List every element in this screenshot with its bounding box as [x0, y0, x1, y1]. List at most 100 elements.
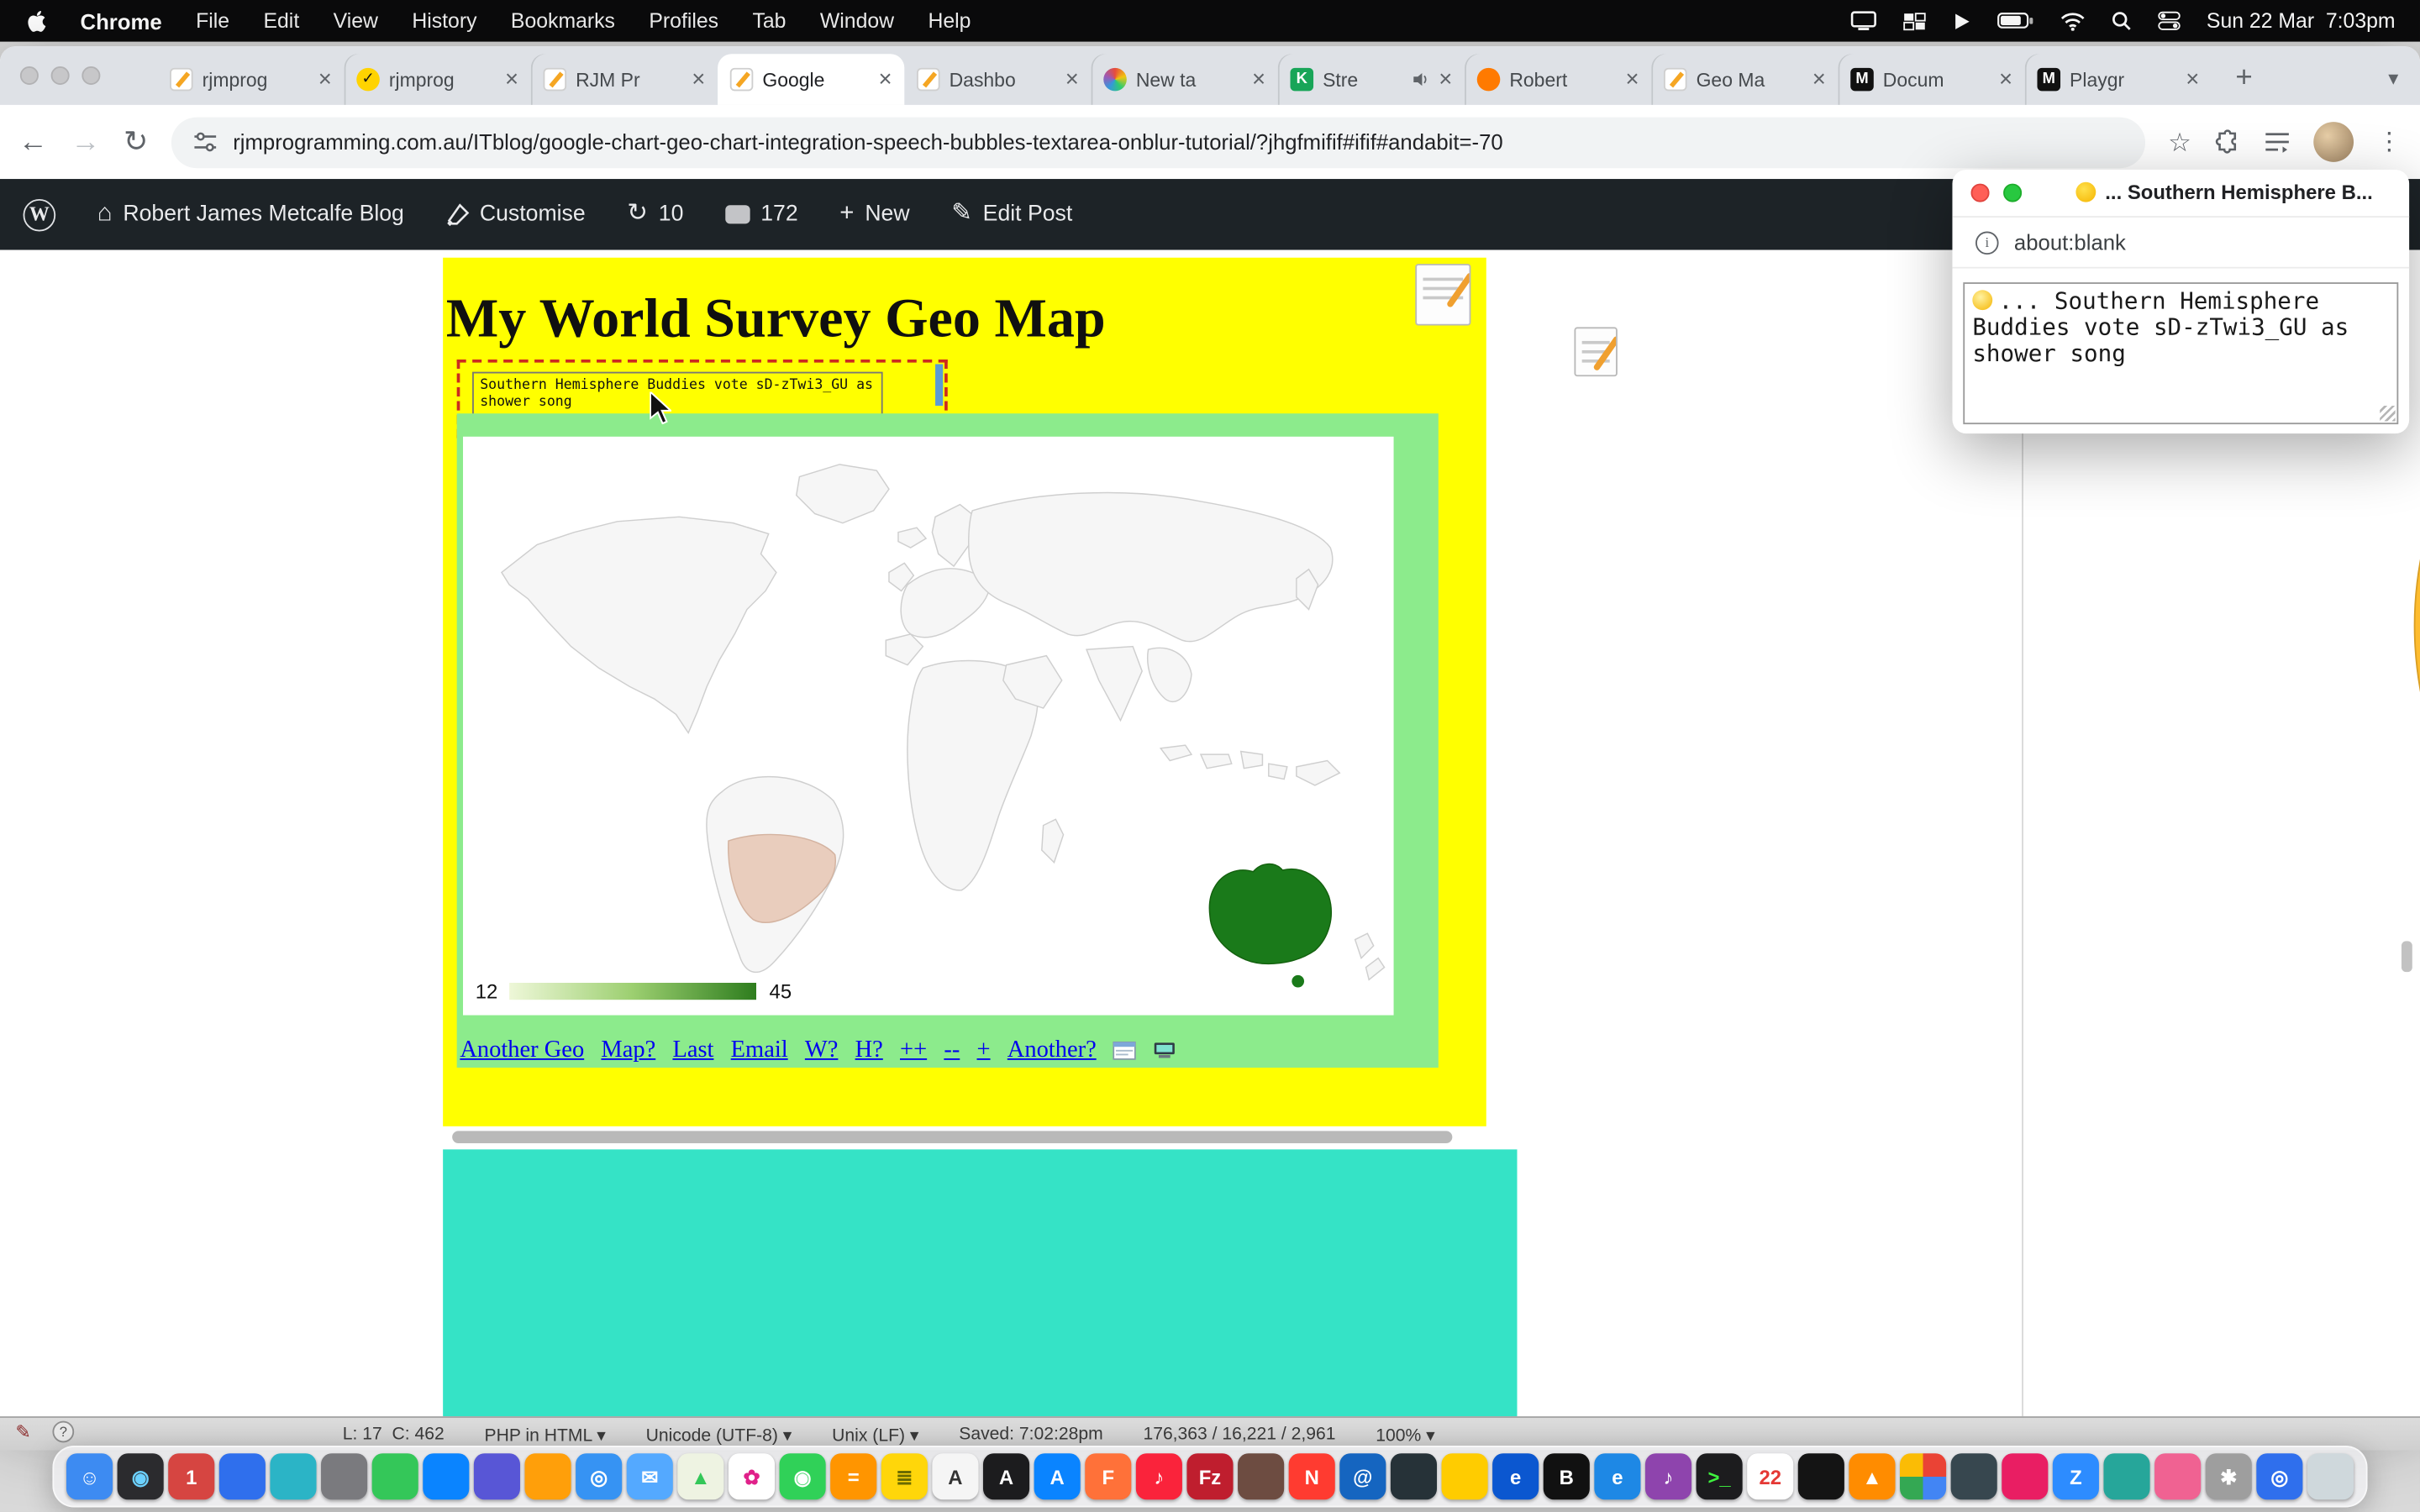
dock-app-icon[interactable]: ☺: [66, 1453, 113, 1499]
statusbar-item[interactable]: Saved: 7:02:28pm: [959, 1425, 1102, 1443]
zoom-window-button[interactable]: [82, 66, 100, 85]
dock-app-icon[interactable]: [2002, 1453, 2048, 1499]
dock-app-icon[interactable]: ◉: [118, 1453, 164, 1499]
reload-button[interactable]: ↻: [124, 128, 148, 157]
menu-item[interactable]: Tab: [752, 9, 786, 33]
browser-tab[interactable]: Robert ×: [1465, 54, 1651, 105]
statusbar-item[interactable]: L: 17 C: 462: [343, 1425, 445, 1443]
status-help-icon[interactable]: ?: [53, 1421, 75, 1443]
profile-avatar[interactable]: [2313, 122, 2354, 162]
dock-app-icon[interactable]: ≣: [881, 1453, 928, 1499]
site-settings-icon[interactable]: [192, 131, 217, 153]
menu-item[interactable]: File: [196, 9, 229, 33]
wordpress-logo-icon[interactable]: W: [24, 198, 56, 231]
wifi-icon[interactable]: [2060, 12, 2084, 30]
url-text[interactable]: rjmprogramming.com.au/ITblog/google-char…: [233, 129, 1502, 154]
control-center-icon[interactable]: [2157, 11, 2181, 31]
tab-search-panel-icon[interactable]: [2264, 131, 2290, 153]
dock-app-icon[interactable]: Z: [2053, 1453, 2099, 1499]
dock-app-icon[interactable]: [270, 1453, 316, 1499]
search-icon[interactable]: [2111, 11, 2131, 31]
forward-button[interactable]: →: [71, 128, 100, 157]
tab-close-icon[interactable]: ×: [692, 68, 705, 92]
dock-app-icon[interactable]: ◉: [780, 1453, 826, 1499]
info-icon[interactable]: i: [1975, 231, 1999, 255]
popup-url[interactable]: about:blank: [2014, 230, 2126, 255]
tab-audio-icon[interactable]: [1413, 71, 1429, 87]
geo-map-svg[interactable]: [463, 437, 1394, 1016]
map-region-tasmania[interactable]: [1292, 975, 1304, 988]
tab-close-icon[interactable]: ×: [1999, 68, 2012, 92]
menubar-clock[interactable]: Sun 22 Mar 7:03pm: [2207, 9, 2396, 33]
adminbar-edit-post[interactable]: ✎ Edit Post: [951, 202, 1072, 227]
dock-app-icon[interactable]: [1238, 1453, 1284, 1499]
dock-app-icon[interactable]: [1442, 1453, 1488, 1499]
browser-tab[interactable]: Dashbo ×: [904, 54, 1091, 105]
popup-zoom-button[interactable]: [2003, 184, 2022, 202]
dock-app-icon[interactable]: [1951, 1453, 1997, 1499]
dock-app-icon[interactable]: [321, 1453, 367, 1499]
browser-tab[interactable]: Docum ×: [1839, 54, 2025, 105]
adminbar-site-name[interactable]: ⌂ Robert James Metcalfe Blog: [97, 202, 404, 227]
dock-app-icon[interactable]: ✉: [627, 1453, 673, 1499]
dock-app-icon[interactable]: [1798, 1453, 1844, 1499]
dock-app-icon[interactable]: =: [830, 1453, 876, 1499]
dock-app-icon[interactable]: 1: [168, 1453, 214, 1499]
tab-close-icon[interactable]: ×: [1252, 68, 1265, 92]
minimize-window-button[interactable]: [51, 66, 70, 85]
dock-app-icon[interactable]: [372, 1453, 418, 1499]
browser-tab[interactable]: rjmprog ×: [157, 54, 344, 105]
tab-close-icon[interactable]: ×: [2186, 68, 2199, 92]
play-icon[interactable]: [1952, 12, 1970, 30]
nav-link[interactable]: Email: [731, 1037, 788, 1064]
dock-app-icon[interactable]: ✿: [729, 1453, 775, 1499]
dock-app-icon[interactable]: ✱: [2206, 1453, 2252, 1499]
browser-tab[interactable]: Geo Ma ×: [1651, 54, 1838, 105]
dock-app-icon[interactable]: [1391, 1453, 1437, 1499]
horizontal-scrollbar-thumb[interactable]: [452, 1131, 1452, 1143]
dock-app-icon[interactable]: 22: [1747, 1453, 1793, 1499]
battery-icon[interactable]: [1996, 13, 2033, 29]
statusbar-item[interactable]: 100% ▾: [1376, 1423, 1435, 1445]
map-region-south-america[interactable]: [729, 834, 836, 922]
dock-app-icon[interactable]: @: [1339, 1453, 1386, 1499]
screen-mirroring-icon[interactable]: [1850, 11, 1876, 31]
nav-link[interactable]: W?: [805, 1037, 839, 1064]
nav-link[interactable]: Another?: [1007, 1037, 1097, 1064]
map-region-australia[interactable]: [1209, 864, 1331, 964]
notepad-gif-icon-small[interactable]: [1574, 327, 1617, 376]
dock-app-icon[interactable]: ◎: [2256, 1453, 2302, 1499]
dock-app-icon[interactable]: >_: [1697, 1453, 1743, 1499]
status-pencil-icon[interactable]: ✎: [15, 1421, 30, 1443]
tab-close-icon[interactable]: ×: [1439, 68, 1452, 92]
statusbar-item[interactable]: 176,363 / 16,221 / 2,961: [1143, 1425, 1335, 1443]
textarea-scrollbar-thumb[interactable]: [935, 364, 943, 406]
nav-link[interactable]: --: [944, 1037, 960, 1064]
statusbar-item[interactable]: Unix (LF) ▾: [832, 1423, 918, 1445]
nav-link[interactable]: +: [977, 1037, 991, 1064]
dock-app-icon[interactable]: [219, 1453, 266, 1499]
bookmark-star-icon[interactable]: ☆: [2168, 129, 2191, 155]
back-button[interactable]: ←: [18, 128, 48, 157]
statusbar-item[interactable]: Unicode (UTF-8) ▾: [646, 1423, 792, 1445]
dock-app-icon[interactable]: [474, 1453, 520, 1499]
nav-link[interactable]: Last: [672, 1037, 713, 1064]
dock-app-icon[interactable]: ▲: [1849, 1453, 1895, 1499]
popup-textarea[interactable]: ... Southern Hemisphere Buddies vote sD-…: [1963, 282, 2398, 424]
menu-item[interactable]: View: [334, 9, 378, 33]
menu-item[interactable]: Window: [820, 9, 894, 33]
tab-close-icon[interactable]: ×: [1812, 68, 1826, 92]
dock-app-icon[interactable]: N: [1289, 1453, 1335, 1499]
window-grid-icon[interactable]: [1902, 12, 1926, 30]
address-bar[interactable]: rjmprogramming.com.au/ITblog/google-char…: [171, 117, 2145, 168]
nav-link[interactable]: ++: [900, 1037, 927, 1064]
browser-tab[interactable]: rjmprog ×: [345, 54, 531, 105]
dock-app-icon[interactable]: [524, 1453, 571, 1499]
nav-link[interactable]: Another Geo: [460, 1037, 584, 1064]
menu-item[interactable]: Help: [928, 9, 971, 33]
adminbar-updates[interactable]: ↻ 10: [627, 202, 683, 227]
browser-menu-kebab-icon[interactable]: ⋮: [2377, 127, 2402, 158]
dock-app-icon[interactable]: e: [1492, 1453, 1539, 1499]
apple-menu-icon[interactable]: [24, 8, 46, 33]
world-geo-map[interactable]: 12 45: [463, 437, 1394, 1016]
